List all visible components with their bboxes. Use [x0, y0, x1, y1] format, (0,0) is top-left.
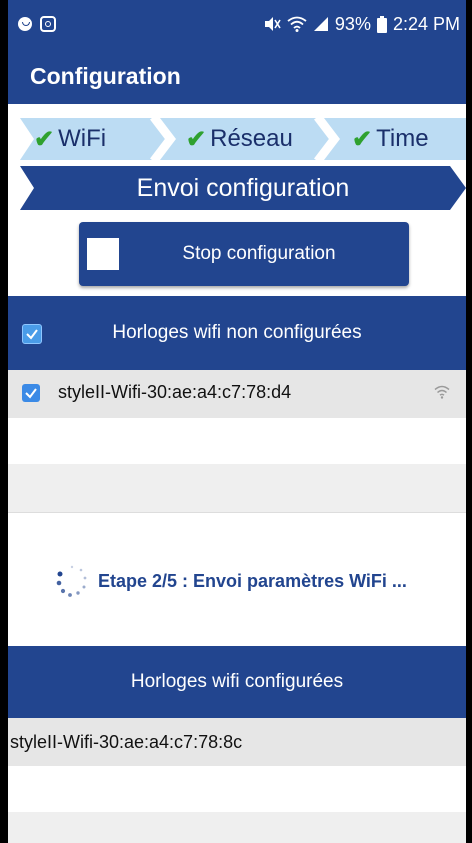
current-step-label: Envoi configuration	[136, 173, 350, 202]
clock-select-checkbox[interactable]	[22, 384, 40, 402]
app-bar: Configuration	[8, 48, 466, 104]
empty-row	[8, 418, 466, 464]
stop-configuration-button[interactable]: Stop configuration	[79, 222, 409, 286]
loading-spinner-icon	[56, 565, 87, 597]
step-reseau-label: Réseau	[210, 125, 293, 152]
stop-icon	[87, 238, 119, 270]
configured-header-title: Horloges wifi configurées	[130, 671, 344, 692]
empty-row	[8, 812, 466, 843]
signal-icon	[313, 17, 328, 31]
checkmark-icon	[26, 329, 38, 340]
configured-list-item[interactable]: styleII-Wifi-30:ae:a4:c7:78:8c	[8, 718, 466, 766]
mute-icon	[264, 17, 281, 31]
progress-status-text: Etape 2/5 : Envoi paramètres WiFi ...	[98, 571, 407, 591]
unconfigured-header: Horloges wifi non configurées	[8, 296, 466, 370]
stop-configuration-label: Stop configuration	[182, 243, 336, 264]
app-screen: 93% 2:24 PM Configuration ✔ WiFi ✔ Résea…	[8, 0, 466, 843]
empty-row	[8, 766, 466, 812]
wifi-signal-icon	[434, 385, 450, 399]
configured-clock-name: styleII-Wifi-30:ae:a4:c7:78:8c	[10, 732, 243, 752]
empty-row	[8, 464, 466, 512]
notification-dot-icon	[18, 17, 32, 31]
unconfigured-list-item[interactable]: styleII-Wifi-30:ae:a4:c7:78:d4	[8, 370, 466, 418]
step-reseau-check-icon: ✔	[186, 125, 207, 153]
wifi-icon	[287, 16, 307, 32]
current-step-banner: Envoi configuration	[20, 166, 466, 210]
clock: 2:24 PM	[392, 13, 460, 34]
step-progress: ✔ WiFi ✔ Réseau ✔ Time	[20, 118, 466, 160]
battery-percent: 93%	[334, 13, 371, 34]
battery-icon	[376, 15, 387, 33]
instagram-icon	[40, 16, 56, 32]
step-time-check-icon: ✔	[352, 125, 373, 153]
device-frame-right	[466, 0, 472, 843]
step-wifi-label: WiFi	[58, 125, 107, 152]
configured-header: Horloges wifi configurées	[8, 646, 466, 718]
status-right: 93% 2:24 PM	[263, 14, 460, 35]
step-reseau: ✔ Réseau	[186, 125, 293, 153]
status-bar: 93% 2:24 PM	[8, 0, 466, 48]
progress-panel: Etape 2/5 : Envoi paramètres WiFi ...	[8, 512, 466, 647]
step-wifi: ✔ WiFi	[34, 125, 107, 153]
device-frame-left	[0, 0, 8, 843]
page-title: Configuration	[30, 62, 181, 89]
step-time-label: Time	[376, 125, 429, 152]
clock-name: styleII-Wifi-30:ae:a4:c7:78:d4	[58, 382, 292, 402]
step-wifi-check-icon: ✔	[34, 125, 55, 153]
checkmark-icon	[25, 388, 37, 399]
step-time: ✔ Time	[352, 125, 429, 153]
select-all-checkbox[interactable]	[22, 324, 42, 344]
unconfigured-header-title: Horloges wifi non configurées	[112, 322, 362, 343]
status-left	[18, 16, 56, 32]
